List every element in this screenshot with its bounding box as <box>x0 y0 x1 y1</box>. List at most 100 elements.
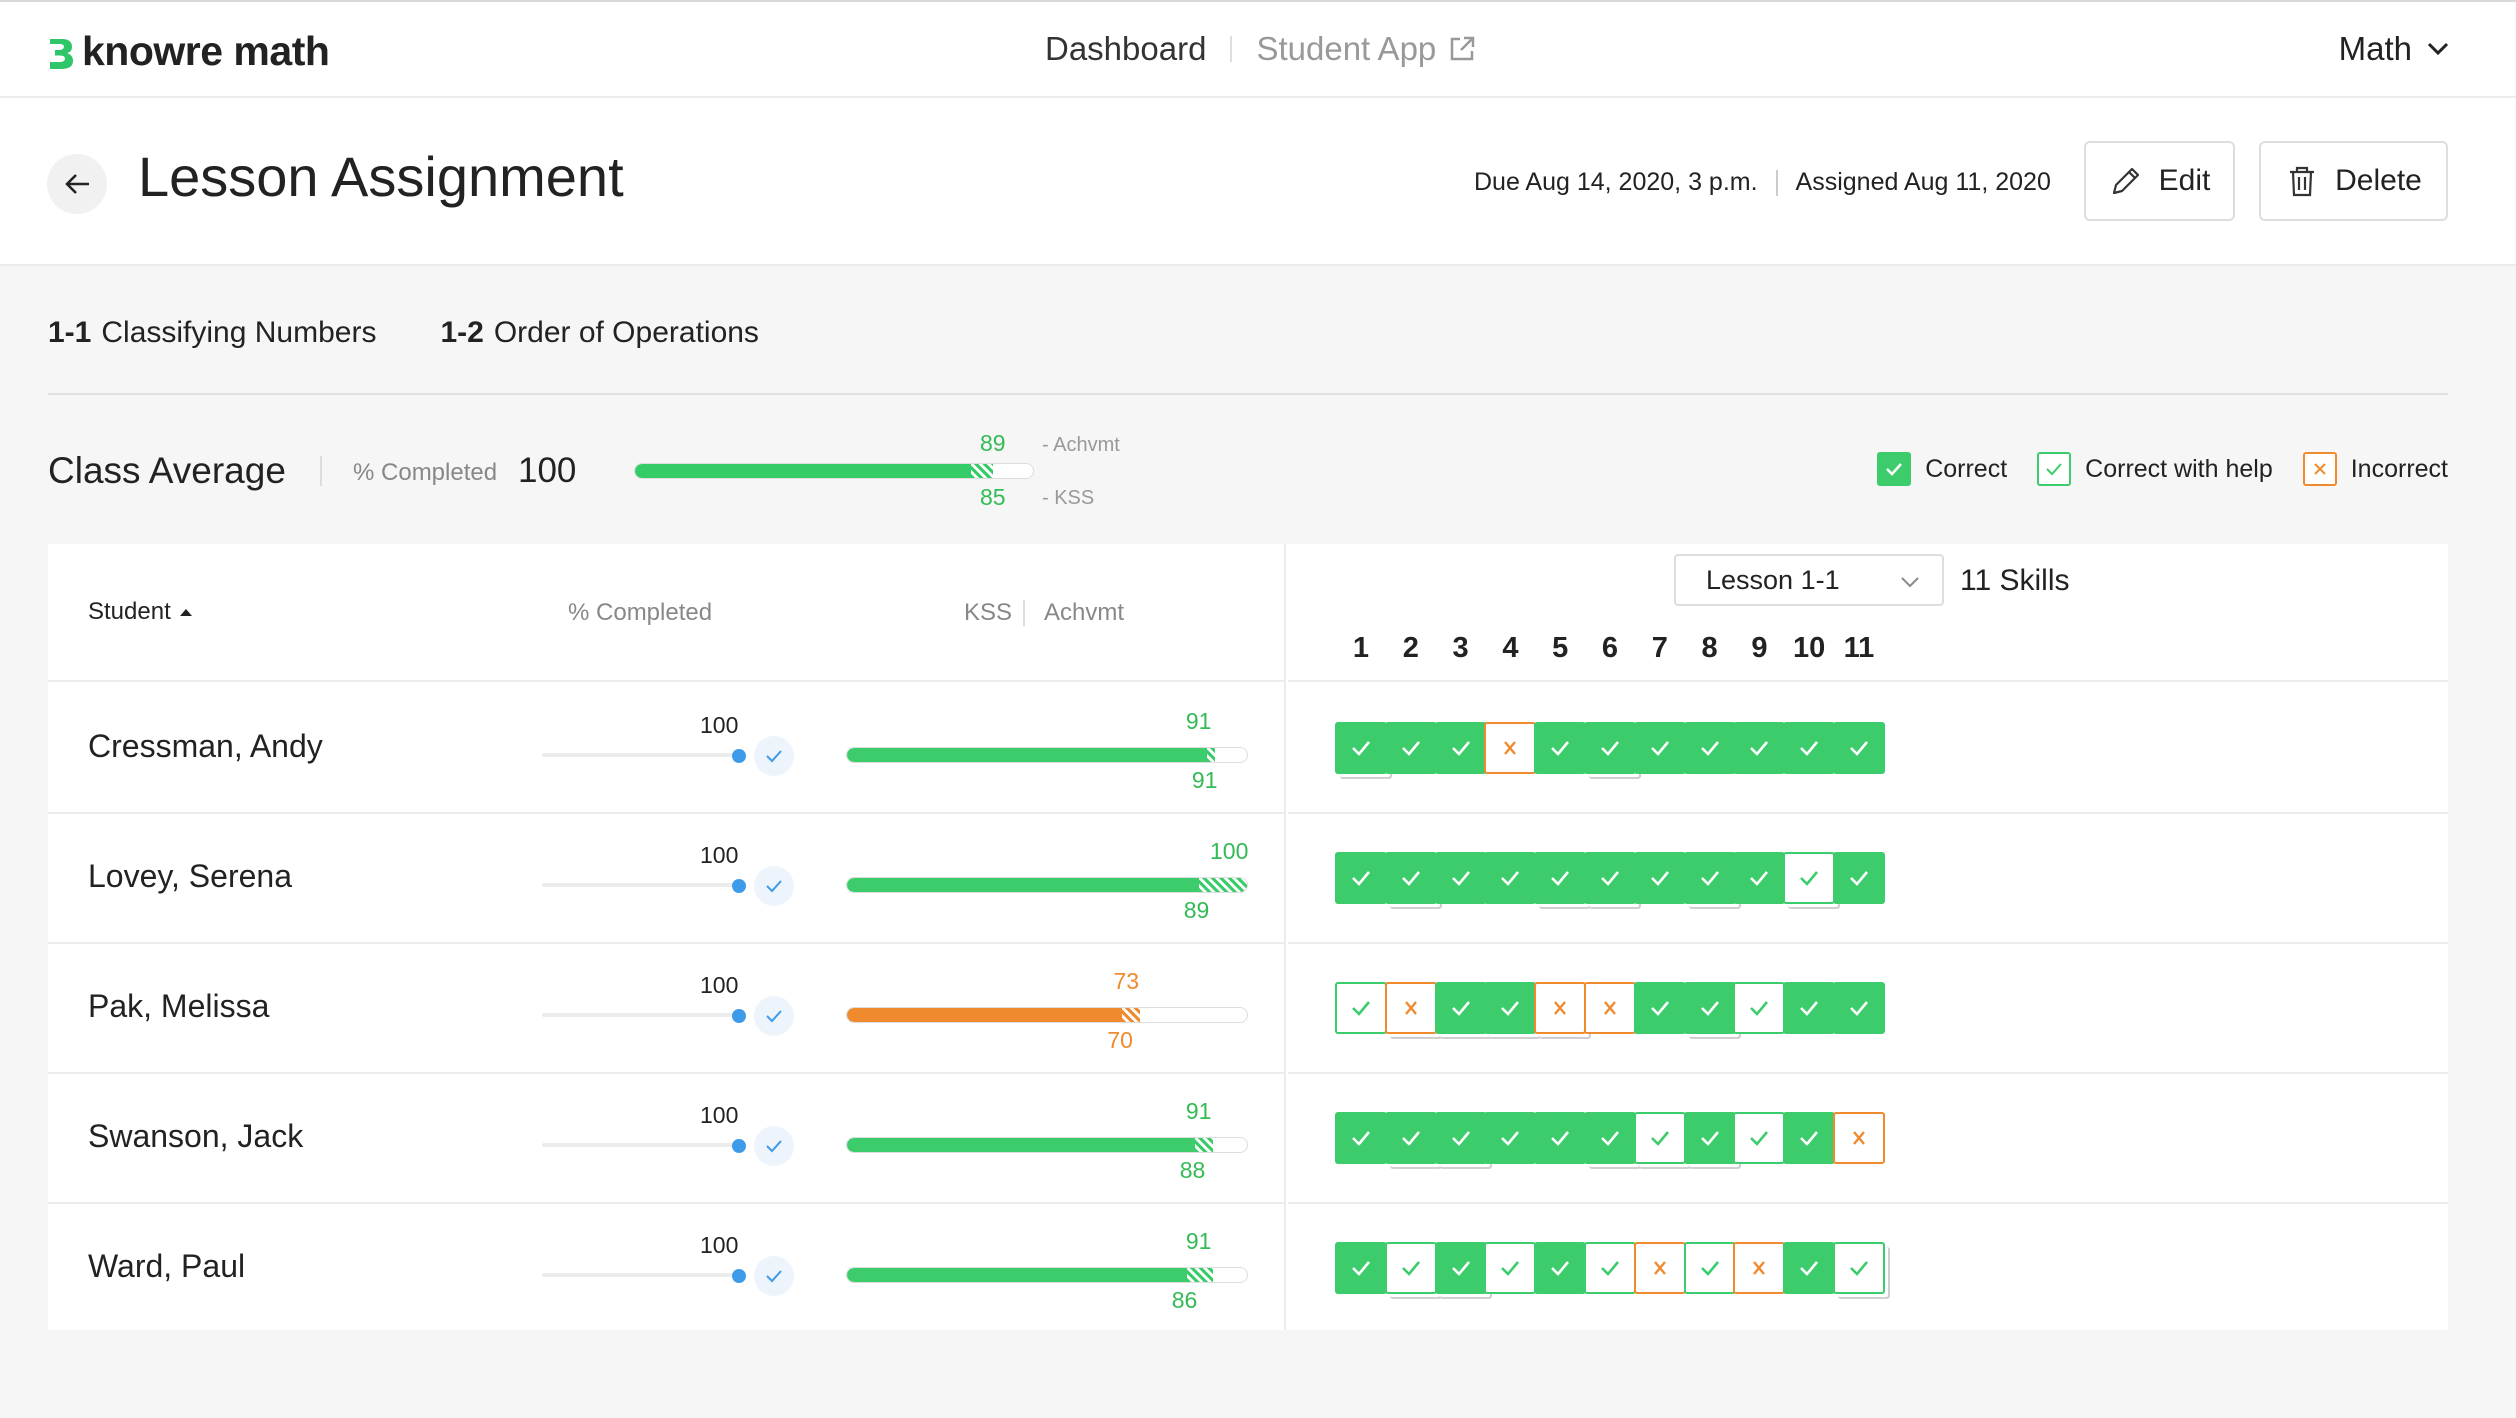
skill-correct[interactable] <box>1584 1112 1636 1164</box>
skill-correct[interactable] <box>1335 1112 1387 1164</box>
completed-column-header[interactable]: % Completed <box>568 599 712 627</box>
check-icon <box>1700 1001 1719 1016</box>
due-date: Due Aug 14, 2020, 3 p.m. <box>1474 168 1758 196</box>
skill-correct[interactable] <box>1584 852 1636 904</box>
check-icon <box>1352 1131 1370 1146</box>
skill-correct[interactable] <box>1584 722 1636 774</box>
table-row[interactable]: Pak, Melissa 100 73 70 <box>48 944 1284 1074</box>
skill-correct[interactable] <box>1335 1242 1387 1294</box>
skill-incorrect[interactable] <box>1733 1242 1786 1294</box>
skill-correct[interactable] <box>1534 852 1587 904</box>
skill-correct[interactable] <box>1484 1112 1537 1164</box>
edit-button[interactable]: Edit <box>2084 141 2235 221</box>
legend-incorrect-label: Incorrect <box>2350 454 2448 483</box>
check-icon <box>1501 1261 1520 1276</box>
nav-dashboard-link[interactable]: Dashboard <box>1045 30 1206 68</box>
skill-correct[interactable] <box>1434 722 1487 774</box>
skill-correct-with-help[interactable] <box>1335 982 1387 1034</box>
achvmt-hatch <box>1206 748 1215 762</box>
skill-correct-with-help[interactable] <box>1484 1242 1537 1294</box>
kss-fill <box>847 878 1205 892</box>
back-button[interactable] <box>47 154 107 214</box>
skill-correct-with-help[interactable] <box>1584 1242 1636 1294</box>
kss-column-header[interactable]: KSS <box>964 599 1012 627</box>
skill-correct[interactable] <box>1633 722 1686 774</box>
skill-correct[interactable] <box>1683 982 1736 1034</box>
skill-correct[interactable] <box>1534 1112 1587 1164</box>
check-icon <box>1750 1131 1769 1146</box>
completed-dot <box>732 879 746 893</box>
page-header: Lesson Assignment Due Aug 14, 2020, 3 p.… <box>0 98 2516 266</box>
assignment-dates: Due Aug 14, 2020, 3 p.m. Assigned Aug 11… <box>1474 168 2051 197</box>
student-column-label: Student <box>88 598 171 625</box>
achvmt-value: 91 <box>1185 1098 1212 1124</box>
skill-correct-with-help[interactable] <box>1733 982 1786 1034</box>
skill-correct[interactable] <box>1783 1242 1836 1294</box>
delete-button[interactable]: Delete <box>2259 141 2448 221</box>
skill-correct-with-help[interactable] <box>1733 1112 1786 1164</box>
skill-correct[interactable] <box>1534 1242 1587 1294</box>
lesson-code: 1-1 <box>48 316 92 349</box>
skill-correct[interactable] <box>1434 852 1487 904</box>
skill-correct[interactable] <box>1534 722 1587 774</box>
x-icon <box>2314 463 2326 475</box>
student-name[interactable]: Ward, Paul <box>88 1248 245 1285</box>
skills-pane: Lesson 1-1 11 Skills 1 2 3 4 5 6 7 8 9 10 11 <box>1288 544 2448 1330</box>
skill-correct[interactable] <box>1783 722 1836 774</box>
skill-correct[interactable] <box>1833 982 1885 1034</box>
logo[interactable]: knowre math <box>46 28 330 75</box>
completed-value: 100 <box>700 842 739 868</box>
class-average-divider <box>320 456 322 486</box>
dates-divider <box>1775 169 1778 196</box>
skill-incorrect[interactable] <box>1384 982 1437 1034</box>
skill-correct[interactable] <box>1683 1112 1736 1164</box>
skill-correct[interactable] <box>1434 1112 1487 1164</box>
table-row[interactable]: Swanson, Jack 100 91 88 <box>48 1074 1284 1204</box>
student-name[interactable]: Swanson, Jack <box>88 1118 303 1155</box>
check-icon <box>1551 1131 1570 1146</box>
lesson-select[interactable]: Lesson 1-1 <box>1674 554 1944 606</box>
table-row[interactable]: Ward, Paul 100 91 86 <box>48 1204 1284 1334</box>
skill-correct[interactable] <box>1484 852 1537 904</box>
skill-correct[interactable] <box>1633 852 1686 904</box>
skill-correct[interactable] <box>1783 982 1836 1034</box>
skill-correct-with-help[interactable] <box>1384 1242 1437 1294</box>
skill-incorrect[interactable] <box>1633 1242 1686 1294</box>
skill-correct-with-help[interactable] <box>1633 1112 1686 1164</box>
skill-correct[interactable] <box>1384 1112 1437 1164</box>
skill-correct[interactable] <box>1484 982 1537 1034</box>
skill-correct-with-help[interactable] <box>1783 852 1836 904</box>
skill-correct[interactable] <box>1833 722 1885 774</box>
student-name[interactable]: Pak, Melissa <box>88 988 269 1025</box>
student-name[interactable]: Lovey, Serena <box>88 858 292 895</box>
skill-correct[interactable] <box>1384 852 1437 904</box>
assigned-date: Assigned Aug 11, 2020 <box>1795 168 2051 196</box>
skill-correct[interactable] <box>1335 852 1387 904</box>
table-row[interactable]: Cressman, Andy 100 91 91 <box>48 684 1284 814</box>
skill-correct-with-help[interactable] <box>1683 1242 1736 1294</box>
skill-correct[interactable] <box>1683 722 1736 774</box>
kss-achvmt-bar <box>846 1137 1248 1153</box>
skill-correct[interactable] <box>1384 722 1437 774</box>
subject-dropdown[interactable]: Math <box>2339 30 2450 68</box>
skill-correct[interactable] <box>1434 982 1487 1034</box>
skill-incorrect[interactable] <box>1584 982 1636 1034</box>
skill-correct[interactable] <box>1633 982 1686 1034</box>
skill-correct[interactable] <box>1833 852 1885 904</box>
skill-incorrect[interactable] <box>1484 722 1537 774</box>
skill-correct[interactable] <box>1434 1242 1487 1294</box>
skill-correct-with-help[interactable] <box>1833 1242 1885 1294</box>
skill-correct[interactable] <box>1683 852 1736 904</box>
skill-incorrect[interactable] <box>1833 1112 1885 1164</box>
nav-student-app-link[interactable]: Student App <box>1256 30 1476 68</box>
skill-correct[interactable] <box>1783 1112 1836 1164</box>
lesson-item: 1-1 Classifying Numbers <box>48 316 376 350</box>
student-name[interactable]: Cressman, Andy <box>88 728 323 765</box>
sort-student-header[interactable]: Student <box>88 598 193 626</box>
skill-correct[interactable] <box>1733 722 1786 774</box>
skill-correct[interactable] <box>1733 852 1786 904</box>
skill-incorrect[interactable] <box>1534 982 1587 1034</box>
achvmt-column-header[interactable]: Achvmt <box>1044 599 1124 627</box>
table-row[interactable]: Lovey, Serena 100 100 89 <box>48 814 1284 944</box>
skill-correct[interactable] <box>1335 722 1387 774</box>
